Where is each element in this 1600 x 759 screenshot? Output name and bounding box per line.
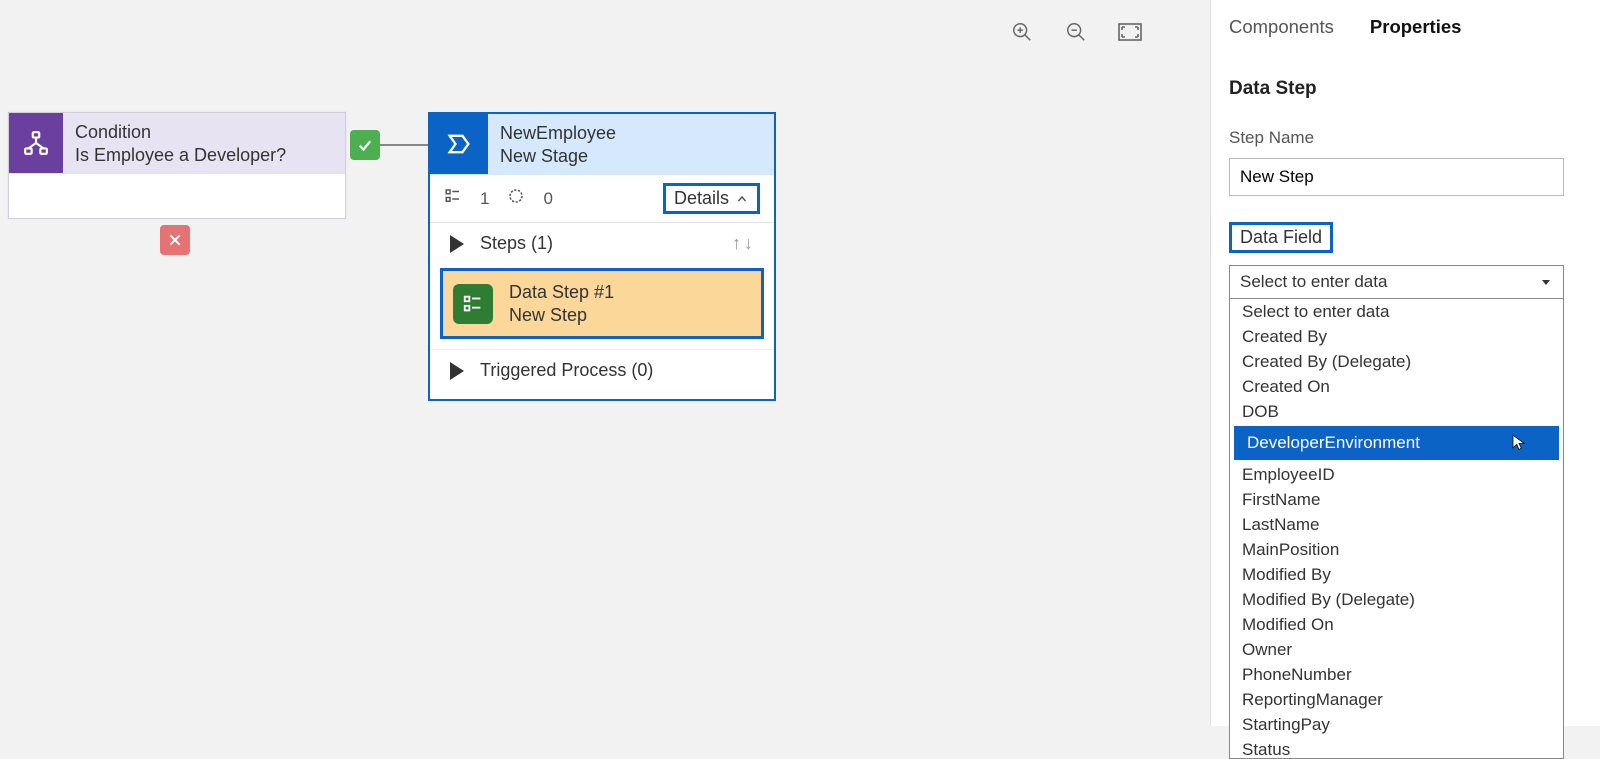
condition-header: Condition Is Employee a Developer?: [9, 113, 345, 174]
select-option[interactable]: Modified On: [1230, 612, 1563, 637]
select-option[interactable]: PhoneNumber: [1230, 662, 1563, 687]
branch-icon: [9, 113, 63, 173]
select-display[interactable]: Select to enter data: [1229, 265, 1564, 299]
stage-entity: NewEmployee: [500, 122, 616, 145]
triangle-icon: [450, 235, 464, 253]
select-option[interactable]: FirstName: [1230, 487, 1563, 512]
panel-tabs: Components Properties: [1229, 12, 1582, 38]
cycle-count-icon: [507, 187, 525, 210]
select-option[interactable]: Created On: [1230, 374, 1563, 399]
triangle-icon: [450, 362, 464, 380]
select-option[interactable]: Modified By (Delegate): [1230, 587, 1563, 612]
zoom-out-icon[interactable]: [1064, 20, 1088, 44]
select-option[interactable]: LastName: [1230, 512, 1563, 537]
step-title: Data Step #1: [509, 281, 614, 304]
select-option[interactable]: Select to enter data: [1230, 299, 1563, 324]
chevron-stage-icon: [430, 114, 488, 174]
condition-text: Condition Is Employee a Developer?: [63, 113, 298, 174]
stage-header: NewEmployee New Stage: [430, 114, 774, 175]
tab-properties[interactable]: Properties: [1370, 16, 1462, 38]
select-option[interactable]: ReportingManager: [1230, 687, 1563, 712]
canvas-toolbar: [1010, 20, 1142, 44]
stage-card[interactable]: NewEmployee New Stage 1 0 Details Steps: [428, 112, 776, 401]
step-name: New Step: [509, 304, 614, 327]
select-option[interactable]: Status: [1230, 737, 1563, 759]
panel-title: Data Step: [1229, 78, 1582, 100]
step-text: Data Step #1 New Step: [509, 281, 614, 326]
select-placeholder: Select to enter data: [1240, 272, 1387, 292]
chevron-down-icon: [1539, 276, 1553, 288]
select-option[interactable]: EmployeeID: [1230, 462, 1563, 487]
condition-body: [9, 174, 345, 218]
stage-toolbar: 1 0 Details: [430, 175, 774, 223]
condition-no-path[interactable]: [160, 225, 190, 255]
data-field-select[interactable]: Select to enter data Select to enter dat…: [1229, 265, 1564, 759]
condition-name: Is Employee a Developer?: [75, 144, 286, 167]
properties-panel: Components Properties Data Step Step Nam…: [1210, 0, 1600, 726]
chevron-up-icon: [735, 193, 749, 205]
select-option[interactable]: Modified By: [1230, 562, 1563, 587]
data-step-item[interactable]: Data Step #1 New Step: [440, 268, 764, 339]
select-option[interactable]: Created By: [1230, 324, 1563, 349]
select-option[interactable]: StartingPay: [1230, 712, 1563, 737]
triggered-heading: Triggered Process (0): [480, 360, 653, 381]
details-toggle[interactable]: Details: [663, 183, 760, 214]
select-option[interactable]: Created By (Delegate): [1230, 349, 1563, 374]
stage-name: New Stage: [500, 145, 616, 168]
triggered-section-header[interactable]: Triggered Process (0): [430, 349, 774, 399]
select-option[interactable]: DOB: [1230, 399, 1563, 424]
step-name-input[interactable]: [1229, 158, 1564, 196]
select-option[interactable]: MainPosition: [1230, 537, 1563, 562]
data-field-label: Data Field: [1229, 222, 1333, 253]
steps-heading: Steps (1): [480, 233, 553, 254]
zoom-in-icon[interactable]: [1010, 20, 1034, 44]
form-icon: [453, 284, 493, 324]
reorder-arrows[interactable]: ↑↓: [732, 233, 756, 254]
select-dropdown-list: Select to enter dataCreated ByCreated By…: [1229, 299, 1564, 759]
details-label: Details: [674, 188, 729, 209]
tab-components[interactable]: Components: [1229, 16, 1334, 38]
steps-count-icon: [444, 187, 462, 210]
condition-type-label: Condition: [75, 121, 286, 144]
condition-card[interactable]: Condition Is Employee a Developer?: [8, 112, 346, 219]
connector-line: [380, 144, 428, 146]
select-option-highlighted[interactable]: DeveloperEnvironment: [1234, 426, 1559, 460]
fit-to-screen-icon[interactable]: [1118, 20, 1142, 44]
condition-yes-path[interactable]: [350, 130, 380, 160]
steps-count-value: 1: [480, 189, 489, 209]
steps-section-header[interactable]: Steps (1) ↑↓: [430, 223, 774, 264]
step-name-label: Step Name: [1229, 128, 1582, 148]
stage-text: NewEmployee New Stage: [488, 114, 628, 175]
select-option[interactable]: Owner: [1230, 637, 1563, 662]
cycle-count-value: 0: [543, 189, 552, 209]
